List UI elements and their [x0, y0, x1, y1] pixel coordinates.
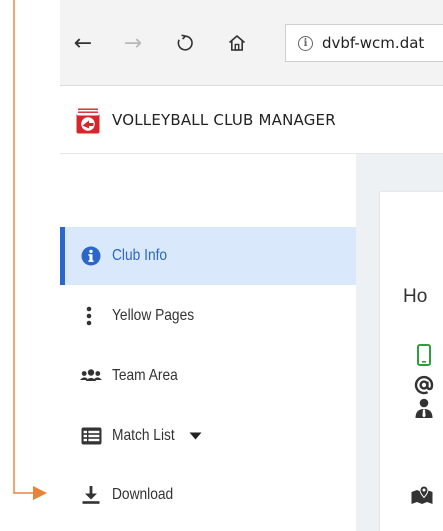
mobile-phone-icon — [417, 344, 431, 366]
sidebar-item-match-list[interactable]: Match List — [60, 407, 356, 465]
address-bar[interactable]: i dvbf-wcm.dat — [285, 24, 443, 62]
browser-toolbar: ← → i dvbf-wcm.dat — [60, 0, 443, 86]
main-content: Ho — [356, 154, 443, 531]
list-alt-icon — [80, 425, 102, 447]
card-heading: Ho — [403, 286, 428, 307]
refresh-icon[interactable] — [170, 28, 200, 58]
sidebar-item-team-area[interactable]: Team Area — [60, 347, 356, 405]
caret-down-icon[interactable] — [189, 431, 202, 441]
url-text: dvbf-wcm.dat — [322, 34, 425, 52]
user-tie-icon — [414, 398, 434, 418]
sidebar-item-label: Download — [112, 486, 174, 503]
club-info-card: Ho — [380, 192, 443, 531]
sidebar-item-label: Match List — [112, 427, 175, 444]
forward-icon[interactable]: → — [118, 28, 148, 58]
map-location-icon — [411, 485, 433, 505]
users-icon — [80, 365, 102, 387]
vertical-ellipsis-icon — [80, 305, 102, 327]
annotation-arrow — [13, 0, 47, 500]
sidebar-item-club-info[interactable]: Club Info — [60, 227, 356, 285]
at-sign-icon — [414, 375, 434, 395]
volleyball-club-logo[interactable] — [76, 106, 100, 134]
sidebar-item-label: Team Area — [112, 367, 178, 384]
sidebar-item-label: Club Info — [112, 247, 168, 264]
back-icon[interactable]: ← — [68, 28, 98, 58]
site-info-icon[interactable]: i — [298, 35, 313, 51]
sidebar-item-yellow-pages[interactable]: Yellow Pages — [60, 287, 356, 345]
app-title: VOLLEYBALL CLUB MANAGER — [112, 110, 336, 129]
sidebar-item-label: Yellow Pages — [112, 307, 195, 324]
download-icon — [80, 484, 102, 506]
sidebar-item-download[interactable]: Download — [60, 466, 356, 524]
home-icon[interactable] — [222, 28, 252, 58]
sidebar: Club Info Yellow Pages Team Area Match L… — [60, 154, 356, 531]
app-header: VOLLEYBALL CLUB MANAGER — [60, 86, 443, 154]
info-circle-icon — [80, 245, 102, 267]
